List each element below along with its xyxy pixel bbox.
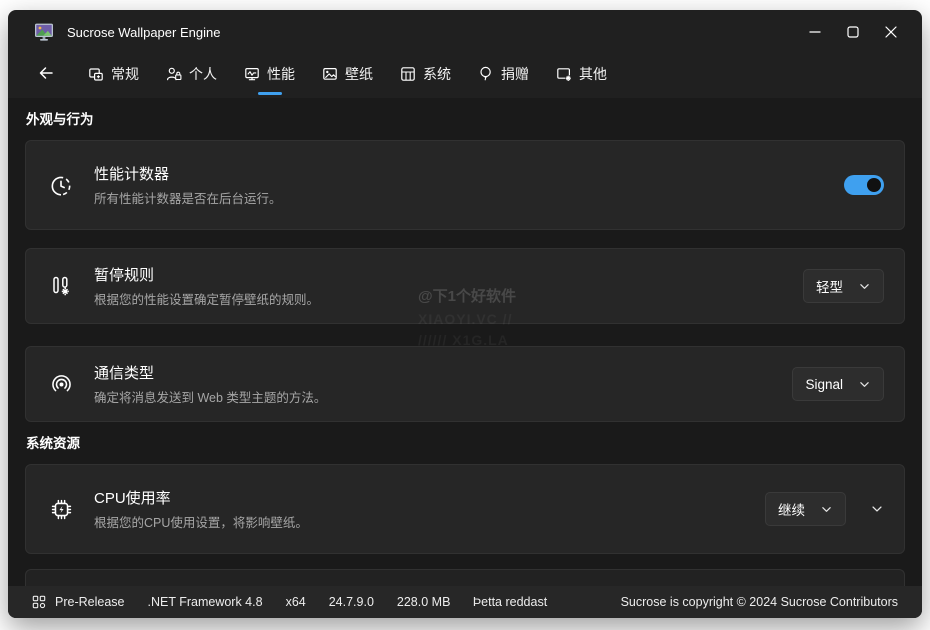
card-communication-type: 通信类型 确定将消息发送到 Web 类型主题的方法。 Signal	[25, 346, 905, 422]
balloon-icon	[478, 66, 494, 82]
status-copyright: Sucrose is copyright © 2024 Sucrose Cont…	[621, 595, 898, 609]
tab-general[interactable]: 常规	[82, 60, 145, 96]
section-header-appearance: 外观与行为	[26, 108, 905, 128]
status-memory: 228.0 MB	[397, 595, 451, 609]
toggle-knob	[867, 178, 881, 192]
tab-donate[interactable]: 捐赠	[472, 60, 535, 96]
chevron-down-icon	[870, 502, 884, 516]
status-framework: .NET Framework 4.8	[147, 595, 262, 609]
person-lock-icon	[166, 66, 182, 82]
setting-description: 所有性能计数器是否在后台运行。	[94, 188, 844, 207]
arrow-left-icon	[36, 65, 54, 81]
app-logo-wallpaper-icon	[34, 22, 54, 42]
setting-title: 性能计数器	[94, 163, 844, 184]
settings-content: 外观与行为 性能计数器 所有性能计数器是否在后台运行。	[8, 98, 922, 586]
back-button[interactable]	[32, 60, 58, 86]
performance-counter-toggle[interactable]	[844, 175, 884, 195]
tab-other[interactable]: 其他	[550, 60, 613, 96]
maximize-button[interactable]	[834, 17, 872, 47]
tab-system[interactable]: 系统	[394, 60, 457, 96]
broadcast-icon	[48, 372, 74, 397]
status-architecture: x64	[286, 595, 306, 609]
setting-description: 确定将消息发送到 Web 类型主题的方法。	[94, 387, 792, 406]
pause-rules-dropdown[interactable]: 轻型	[803, 269, 884, 303]
minimize-button[interactable]	[796, 17, 834, 47]
app-window: Sucrose Wallpaper Engine	[8, 10, 922, 618]
setting-title: 暂停规则	[94, 264, 803, 285]
tab-personal[interactable]: 个人	[160, 60, 223, 96]
status-release-channel: Pre-Release	[55, 595, 124, 609]
tab-label: 捐赠	[501, 64, 529, 84]
tab-label: 个人	[189, 64, 217, 84]
close-icon	[885, 26, 897, 38]
card-cpu-usage: CPU使用率 根据您的CPU使用设置，将影响壁纸。 继续	[25, 464, 905, 554]
dropdown-value: 轻型	[816, 276, 843, 296]
setting-description: 根据您的性能设置确定暂停壁纸的规则。	[94, 289, 803, 308]
section-header-system-resources: 系统资源	[26, 432, 905, 452]
nav-tabs: 常规 个人 性能	[82, 60, 613, 96]
tab-label: 系统	[423, 64, 451, 84]
cpu-usage-dropdown[interactable]: 继续	[765, 492, 846, 526]
card-performance-counter: 性能计数器 所有性能计数器是否在后台运行。	[25, 140, 905, 230]
cpu-icon	[48, 497, 74, 522]
dropdown-value: Signal	[805, 377, 843, 392]
titlebar: Sucrose Wallpaper Engine	[8, 10, 922, 54]
window-title: Sucrose Wallpaper Engine	[67, 25, 220, 40]
chevron-down-icon	[858, 280, 871, 293]
cpu-card-expander-button[interactable]	[870, 502, 884, 516]
tab-wallpaper[interactable]: 壁纸	[316, 60, 379, 96]
timer-icon	[48, 172, 74, 198]
maximize-icon	[847, 26, 859, 38]
tab-label: 性能	[267, 64, 295, 84]
monitor-pulse-icon	[244, 66, 260, 82]
window-controls	[796, 17, 910, 47]
setting-title: 通信类型	[94, 362, 792, 383]
chevron-down-icon	[858, 378, 871, 391]
communication-type-dropdown[interactable]: Signal	[792, 367, 884, 401]
status-bar: Pre-Release .NET Framework 4.8 x64 24.7.…	[8, 586, 922, 618]
chevron-down-icon	[820, 503, 833, 516]
window-gear-icon	[556, 66, 572, 82]
tab-label: 壁纸	[345, 64, 373, 84]
grid-table-icon	[400, 66, 416, 82]
tab-label: 其他	[579, 64, 607, 84]
status-version: 24.7.9.0	[329, 595, 374, 609]
release-grid-icon	[32, 595, 46, 609]
tab-performance[interactable]: 性能	[238, 60, 301, 96]
nav-bar: 常规 个人 性能	[8, 54, 922, 98]
setting-description: 根据您的CPU使用设置，将影响壁纸。	[94, 512, 765, 531]
close-button[interactable]	[872, 17, 910, 47]
dropdown-value: 继续	[778, 499, 805, 519]
minimize-icon	[809, 26, 821, 38]
image-icon	[322, 66, 338, 82]
status-motto: Þetta reddast	[473, 595, 547, 609]
setting-title: CPU使用率	[94, 487, 765, 508]
windows-layout-icon	[88, 66, 104, 82]
card-pause-rules: 暂停规则 根据您的性能设置确定暂停壁纸的规则。 轻型	[25, 248, 905, 324]
card-partial-clipped	[25, 569, 905, 586]
tab-label: 常规	[111, 64, 139, 84]
pause-gear-icon	[48, 274, 74, 298]
